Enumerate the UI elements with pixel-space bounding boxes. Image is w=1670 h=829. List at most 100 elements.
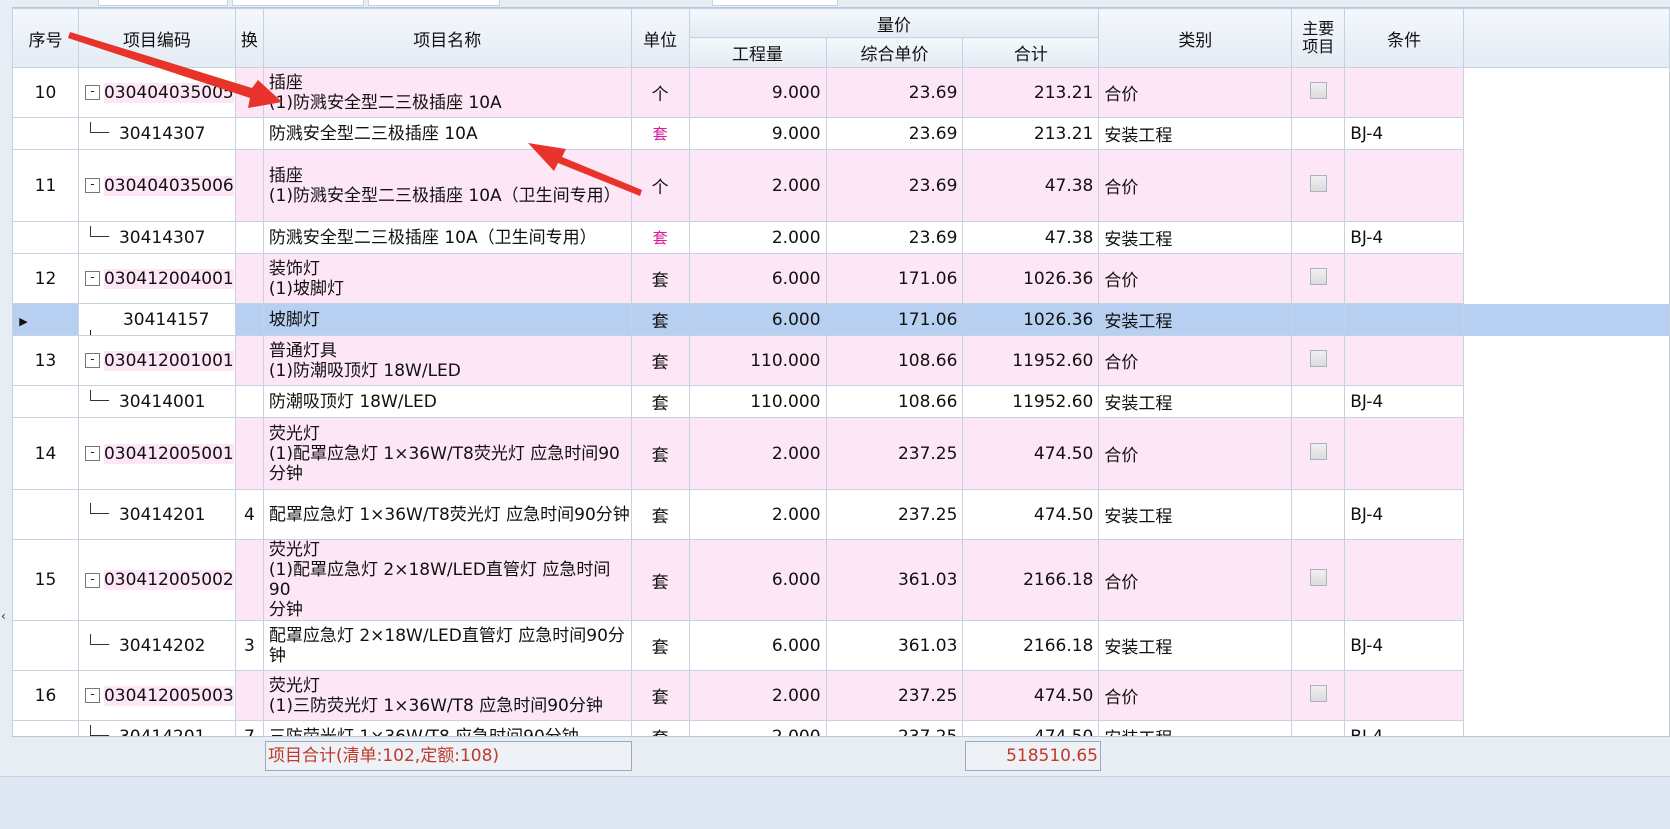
bill-item-row[interactable]: 12-030412004001 装饰灯 (1)坡脚灯套 6.000 171.06 1026… (12, 253, 1670, 304)
code-cell[interactable]: -030412001001 (77, 335, 236, 386)
quantity-cell[interactable]: 2.000 (688, 417, 827, 490)
item-name[interactable]: 荧光灯 (1)三防荧光灯 1×36W/T8 应急时间90分钟 (262, 670, 632, 721)
unit-cell[interactable]: 个 (630, 149, 690, 222)
total-cell[interactable]: 474.50 (962, 417, 1100, 490)
item-name[interactable]: 坡脚灯 (262, 303, 632, 336)
total-cell[interactable]: 213.21 (962, 67, 1100, 118)
swap-cell[interactable] (234, 253, 264, 304)
item-name[interactable]: 荧光灯 (1)配罩应急灯 2×18W/LED直管灯 应急时间90 分钟 (262, 539, 632, 621)
category-cell[interactable]: 合价 (1098, 539, 1293, 621)
item-name[interactable]: 装饰灯 (1)坡脚灯 (262, 253, 632, 304)
code-cell[interactable]: -030412005001 (77, 417, 236, 490)
condition-cell[interactable] (1344, 303, 1465, 336)
quantity-cell[interactable]: 2.000 (688, 149, 827, 222)
col-header-unit-price[interactable]: 综合单价 (825, 37, 964, 68)
unit-price-cell[interactable]: 237.25 (825, 489, 964, 540)
minus-box-icon[interactable]: - (84, 85, 100, 100)
bill-item-row[interactable]: 11-030404035006 插座 (1)防溅安全型二三极插座 10A（卫生间专用… (12, 149, 1670, 222)
category-cell[interactable]: 安装工程 (1098, 489, 1293, 540)
main-item-checkbox[interactable] (1309, 267, 1327, 285)
category-cell[interactable]: 合价 (1098, 417, 1293, 490)
main-item-checkbox[interactable] (1309, 174, 1327, 192)
code-cell[interactable]: 30414001 (77, 385, 236, 418)
unit-price-cell[interactable]: 23.69 (825, 221, 964, 254)
item-name[interactable]: 防潮吸顶灯 18W/LED (262, 385, 632, 418)
bill-item-row[interactable]: 16-030412005003 荧光灯 (1)三防荧光灯 1×36W/T8 应急时间… (12, 670, 1670, 721)
category-cell[interactable]: 合价 (1098, 149, 1293, 222)
main-item-checkbox[interactable] (1309, 349, 1327, 367)
minus-box-icon[interactable]: - (84, 446, 100, 461)
total-cell[interactable]: 11952.60 (962, 385, 1100, 418)
unit-cell[interactable]: 套 (630, 539, 690, 621)
quota-item-row[interactable]: 30414307 防溅安全型二三极插座 10A 套 9.000 23.69 213.21 安… (12, 117, 1670, 150)
category-cell[interactable]: 安装工程 (1098, 117, 1293, 150)
condition-cell[interactable] (1344, 670, 1465, 721)
main-item-checkbox[interactable] (1309, 684, 1327, 702)
unit-price-cell[interactable]: 23.69 (825, 149, 964, 222)
swap-cell[interactable] (234, 539, 264, 621)
swap-cell[interactable] (234, 149, 264, 222)
unit-cell[interactable]: 套 (630, 489, 690, 540)
unit-cell[interactable]: 套 (630, 253, 690, 304)
unit-price-cell[interactable]: 23.69 (825, 117, 964, 150)
condition-cell[interactable] (1344, 149, 1465, 222)
item-name[interactable]: 防溅安全型二三极插座 10A (262, 117, 632, 150)
total-cell[interactable]: 11952.60 (962, 335, 1100, 386)
condition-cell[interactable]: BJ-4 (1344, 620, 1465, 671)
condition-cell[interactable]: BJ-4 (1344, 385, 1465, 418)
unit-price-cell[interactable]: 237.25 (825, 670, 964, 721)
quantity-cell[interactable]: 6.000 (688, 539, 827, 621)
total-cell[interactable]: 47.38 (962, 149, 1100, 222)
swap-cell[interactable] (234, 335, 264, 386)
quota-item-row[interactable]: ▶ 30414157 坡脚灯 套 6.000 171.06 1026.36 安装工程 (12, 303, 1670, 336)
condition-cell[interactable] (1344, 253, 1465, 304)
quantity-cell[interactable]: 9.000 (688, 117, 827, 150)
total-cell[interactable]: 2166.18 (962, 539, 1100, 621)
quantity-cell[interactable]: 9.000 (688, 67, 827, 118)
unit-price-cell[interactable]: 23.69 (825, 67, 964, 118)
quantity-cell[interactable]: 6.000 (688, 253, 827, 304)
minus-box-icon[interactable]: - (84, 572, 100, 588)
unit-cell[interactable]: 个 (630, 67, 690, 118)
unit-cell[interactable]: 套 (630, 221, 690, 254)
unit-price-cell[interactable]: 108.66 (825, 335, 964, 386)
category-cell[interactable]: 合价 (1098, 335, 1293, 386)
condition-cell[interactable] (1344, 417, 1465, 490)
unit-cell[interactable]: 套 (630, 417, 690, 490)
col-header-name[interactable]: 项目名称 (262, 8, 632, 68)
quantity-cell[interactable]: 110.000 (688, 335, 827, 386)
total-cell[interactable]: 1026.36 (962, 303, 1100, 336)
code-cell[interactable]: -030404035005 (77, 67, 236, 118)
condition-cell[interactable]: BJ-4 (1344, 221, 1465, 254)
unit-price-cell[interactable]: 361.03 (825, 620, 964, 671)
condition-cell[interactable] (1344, 335, 1465, 386)
condition-cell[interactable] (1344, 67, 1465, 118)
code-cell[interactable]: 30414157 (77, 303, 236, 336)
unit-cell[interactable]: 套 (630, 303, 690, 336)
item-name[interactable]: 防溅安全型二三极插座 10A（卫生间专用） (262, 221, 632, 254)
total-cell[interactable]: 47.38 (962, 221, 1100, 254)
col-header-index[interactable]: 序号 (12, 8, 79, 68)
condition-cell[interactable]: BJ-4 (1344, 489, 1465, 540)
col-header-condition[interactable]: 条件 (1344, 8, 1465, 68)
category-cell[interactable]: 安装工程 (1098, 620, 1293, 671)
unit-cell[interactable]: 套 (630, 620, 690, 671)
swap-cell[interactable] (234, 117, 264, 150)
quota-item-row[interactable]: 30414001 防潮吸顶灯 18W/LED 套 110.000 108.66 11952… (12, 385, 1670, 418)
code-cell[interactable]: 30414307 (77, 117, 236, 150)
unit-cell[interactable]: 套 (630, 335, 690, 386)
swap-cell[interactable] (234, 417, 264, 490)
bill-item-row[interactable]: 15-030412005002 荧光灯 (1)配罩应急灯 2×18W/LED直管灯 … (12, 539, 1670, 621)
total-cell[interactable]: 1026.36 (962, 253, 1100, 304)
code-cell[interactable]: -030412005003 (77, 670, 236, 721)
col-header-total[interactable]: 合计 (962, 37, 1100, 68)
category-cell[interactable]: 合价 (1098, 253, 1293, 304)
category-cell[interactable]: 安装工程 (1098, 303, 1293, 336)
swap-cell[interactable]: 3 (234, 620, 264, 671)
bill-item-row[interactable]: 14-030412005001 荧光灯 (1)配罩应急灯 1×36W/T8荧光灯 应… (12, 417, 1670, 490)
swap-cell[interactable] (234, 385, 264, 418)
quantity-cell[interactable]: 2.000 (688, 221, 827, 254)
code-cell[interactable]: 30414202 (77, 620, 236, 671)
minus-box-icon[interactable]: - (84, 271, 100, 286)
minus-box-icon[interactable]: - (84, 688, 100, 703)
